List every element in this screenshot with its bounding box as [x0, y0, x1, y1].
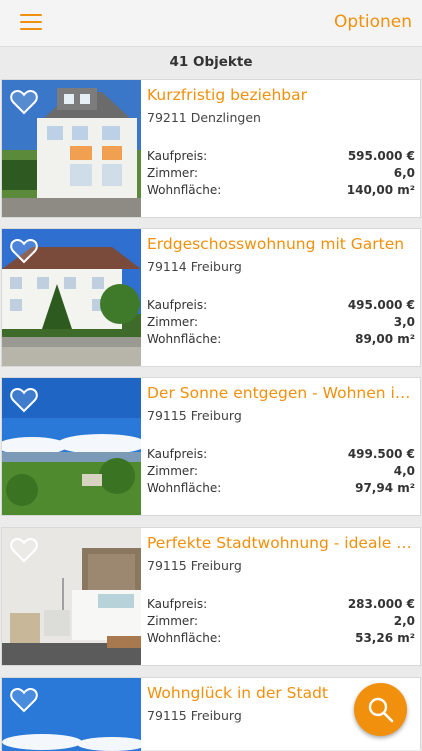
favorite-heart-icon[interactable] [10, 387, 38, 413]
rooms-value: 3,0 [393, 315, 415, 329]
listing-photo [2, 528, 141, 665]
rooms-row: Zimmer: 6,0 [147, 166, 415, 183]
listing-location: 79115 Freiburg [147, 558, 242, 573]
listing-photo [2, 678, 141, 751]
area-row: Wohnfläche: 97,94 m² [147, 481, 415, 498]
area-row: Wohnfläche: 140,00 m² [147, 183, 415, 200]
price-value: 499.500 € [347, 447, 415, 461]
area-value: 53,26 m² [355, 631, 415, 645]
area-value: 97,94 m² [355, 481, 415, 495]
rooms-label: Zimmer: [147, 166, 199, 180]
rooms-label: Zimmer: [147, 315, 199, 329]
area-value: 89,00 m² [355, 332, 415, 346]
listing-card[interactable]: Der Sonne entgegen - Wohnen in der Natur… [1, 377, 421, 516]
rooms-value: 6,0 [393, 166, 415, 180]
rooms-label: Zimmer: [147, 464, 199, 478]
price-label: Kaufpreis: [147, 447, 208, 461]
listing-photo [2, 229, 141, 366]
price-label: Kaufpreis: [147, 597, 208, 611]
favorite-heart-icon[interactable] [10, 687, 38, 713]
price-row: Kaufpreis: 499.500 € [147, 447, 415, 464]
rooms-row: Zimmer: 2,0 [147, 614, 415, 631]
price-label: Kaufpreis: [147, 298, 208, 312]
area-row: Wohnfläche: 89,00 m² [147, 332, 415, 349]
rooms-label: Zimmer: [147, 614, 199, 628]
rooms-row: Zimmer: 3,0 [147, 315, 415, 332]
listing-title: Erdgeschosswohnung mit Garten [147, 235, 405, 253]
listing-title: Perfekte Stadtwohnung - ideale Kapitalan… [147, 534, 415, 552]
area-label: Wohnfläche: [147, 332, 222, 346]
rooms-row: Zimmer: 4,0 [147, 464, 415, 481]
listing-title: Wohnglück in der Stadt [147, 684, 329, 702]
listing-card[interactable]: Erdgeschosswohnung mit Garten 79114 Frei… [1, 228, 421, 367]
rooms-value: 4,0 [393, 464, 415, 478]
listing-photo [2, 80, 141, 217]
price-label: Kaufpreis: [147, 149, 208, 163]
favorite-heart-icon[interactable] [10, 537, 38, 563]
price-row: Kaufpreis: 495.000 € [147, 298, 415, 315]
area-label: Wohnfläche: [147, 183, 222, 197]
rooms-value: 2,0 [393, 614, 415, 628]
listing-location: 79115 Freiburg [147, 708, 242, 723]
listing-photo [2, 378, 141, 515]
listing-card[interactable]: Kurzfristig beziehbar 79211 Denzlingen K… [1, 79, 421, 218]
area-row: Wohnfläche: 53,26 m² [147, 631, 415, 648]
price-value: 595.000 € [347, 149, 415, 163]
price-row: Kaufpreis: 595.000 € [147, 149, 415, 166]
area-label: Wohnfläche: [147, 631, 222, 645]
top-bar: Optionen [0, 0, 422, 47]
listing-location: 79211 Denzlingen [147, 110, 261, 125]
options-button[interactable]: Optionen [334, 12, 412, 32]
listing-title: Der Sonne entgegen - Wohnen in der Natur [147, 384, 415, 402]
listing-title: Kurzfristig beziehbar [147, 86, 307, 104]
price-value: 283.000 € [347, 597, 415, 611]
price-value: 495.000 € [347, 298, 415, 312]
price-row: Kaufpreis: 283.000 € [147, 597, 415, 614]
search-button[interactable] [354, 683, 407, 736]
area-value: 140,00 m² [346, 183, 415, 197]
listing-location: 79114 Freiburg [147, 259, 242, 274]
results-count: 41 Objekte [0, 47, 422, 77]
favorite-heart-icon[interactable] [10, 89, 38, 115]
hamburger-menu-icon[interactable] [20, 13, 42, 31]
favorite-heart-icon[interactable] [10, 238, 38, 264]
area-label: Wohnfläche: [147, 481, 222, 495]
search-icon [368, 697, 394, 723]
listing-card[interactable]: Perfekte Stadtwohnung - ideale Kapitalan… [1, 527, 421, 666]
listing-location: 79115 Freiburg [147, 408, 242, 423]
